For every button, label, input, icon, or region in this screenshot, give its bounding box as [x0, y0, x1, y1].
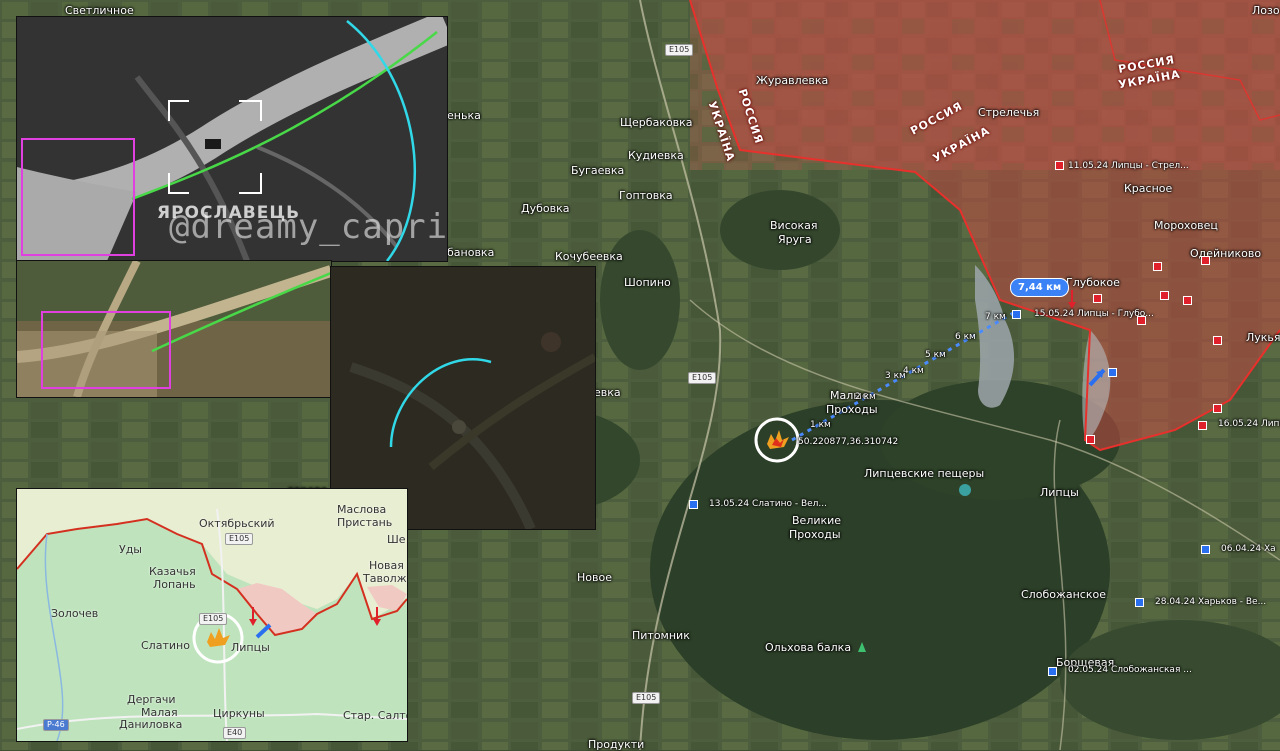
place-label: Питомник — [632, 629, 690, 642]
place-label: Дубовка — [521, 202, 570, 215]
event-marker-red[interactable] — [1201, 256, 1210, 265]
event-marker-red[interactable] — [1055, 161, 1064, 170]
place-label: Слобожанское — [1021, 588, 1106, 601]
overview-place: Ше — [387, 533, 406, 546]
drone-footage-bw: ЯРОСЛАВЕЦЬ @dreamy_caprice — [16, 16, 448, 262]
event-marker-red[interactable] — [1213, 336, 1222, 345]
place-label: Липцевские пещеры — [864, 467, 985, 480]
overview-place: Маслова — [337, 503, 387, 516]
event-marker-blue[interactable] — [1012, 310, 1021, 319]
overview-place: Лопань — [153, 578, 196, 591]
overview-road-e105-south: E105 — [199, 613, 228, 625]
place-label: енька — [447, 109, 481, 122]
place-label: Кочубеевка — [555, 250, 623, 263]
event-marker-red[interactable] — [1213, 404, 1222, 413]
distance-tick: 5 км — [925, 350, 946, 360]
distance-tick: 1 км — [810, 420, 831, 430]
strike-coordinates: 50.220877,36.310742 — [798, 437, 899, 447]
place-label: бановка — [447, 246, 495, 259]
event-marker-red[interactable] — [1137, 316, 1146, 325]
place-label: Продукти — [588, 738, 645, 751]
place-label: Мороховец — [1154, 219, 1218, 232]
event-marker-red[interactable] — [1093, 294, 1102, 303]
event-label: 06.04.24 Ха — [1221, 544, 1276, 554]
overview-place: Даниловка — [119, 718, 183, 731]
drone-footage-color — [16, 260, 332, 398]
place-label: Стрелечья — [978, 106, 1040, 119]
event-label: 13.05.24 Слатино - Вел... — [709, 499, 827, 509]
place-label: Шопино — [624, 276, 671, 289]
event-marker-blue[interactable] — [1108, 368, 1117, 377]
overview-place: Уды — [119, 543, 142, 556]
overview-road-p46: P-46 — [43, 719, 69, 731]
place-label: Лозо — [1252, 4, 1280, 17]
overview-map[interactable]: Октябрьский Маслова Пристань Уды Новая Т… — [16, 488, 408, 742]
event-label: 11.05.24 Липцы - Стрел... — [1068, 161, 1189, 171]
distance-tick: 4 км — [903, 366, 924, 376]
event-marker-red[interactable] — [1198, 421, 1207, 430]
event-marker-red[interactable] — [1183, 296, 1192, 305]
place-label: Бугаевка — [571, 164, 625, 177]
event-label: 28.04.24 Харьков - Ве... — [1155, 597, 1267, 607]
distance-tick: 2 км — [855, 392, 876, 402]
overview-place: Октябрьский — [199, 517, 275, 530]
event-label: 02.05.24 Слобожанская ... — [1068, 665, 1192, 675]
event-marker-blue[interactable] — [1135, 598, 1144, 607]
overview-place: Циркуны — [213, 707, 265, 720]
place-label: Кудиевка — [628, 149, 684, 162]
place-label: Новое — [577, 571, 612, 584]
road-e105-south: E105 — [632, 692, 661, 704]
overview-road-e40: E40 — [223, 727, 247, 739]
place-label: Яруга — [778, 233, 812, 246]
place-label: Лукья — [1246, 331, 1280, 344]
road-e105-mid: E105 — [688, 372, 717, 384]
place-label: Красное — [1124, 182, 1173, 195]
place-label: Глубокое — [1066, 276, 1120, 289]
overview-place: Таволжан — [363, 572, 407, 585]
overview-road-e105-north: E105 — [225, 533, 254, 545]
overview-place: Золочев — [51, 607, 99, 620]
place-label: Щербаковка — [620, 116, 693, 129]
road-e105-north: E105 — [665, 44, 694, 56]
overview-place: Стар. Салто — [343, 709, 408, 722]
place-label: Журавлевка — [756, 74, 829, 87]
channel-watermark: @dreamy_caprice — [169, 207, 448, 247]
overview-place: Казачья — [149, 565, 196, 578]
place-label: Проходы — [826, 403, 878, 416]
place-label: Проходы — [789, 528, 841, 541]
event-marker-red[interactable] — [1160, 291, 1169, 300]
overview-place: Дергачи — [127, 693, 176, 706]
event-label: 15.05.24 Липцы - Глубо... — [1034, 309, 1154, 319]
distance-tick: 6 км — [955, 332, 976, 342]
event-marker-red[interactable] — [1153, 262, 1162, 271]
overview-place: Липцы — [231, 641, 270, 654]
place-label: Гоптовка — [619, 189, 673, 202]
distance-badge[interactable]: 7,44 км — [1010, 278, 1070, 297]
place-label: Липцы — [1040, 486, 1079, 499]
place-label: Великие — [792, 514, 842, 527]
place-label: Високая — [770, 219, 818, 232]
event-marker-blue[interactable] — [1201, 545, 1210, 554]
distance-tick: 7 км — [985, 312, 1006, 322]
overview-place: Новая — [369, 559, 404, 572]
overview-place: Пристань — [337, 516, 393, 529]
event-marker-red[interactable] — [1086, 435, 1095, 444]
event-label: 16.05.24 Липц — [1218, 419, 1280, 429]
place-label: евка — [594, 386, 621, 399]
place-label: Ольхова балка — [765, 641, 852, 654]
overview-place: Слатино — [141, 639, 190, 652]
event-marker-blue[interactable] — [689, 500, 698, 509]
event-marker-blue[interactable] — [1048, 667, 1057, 676]
